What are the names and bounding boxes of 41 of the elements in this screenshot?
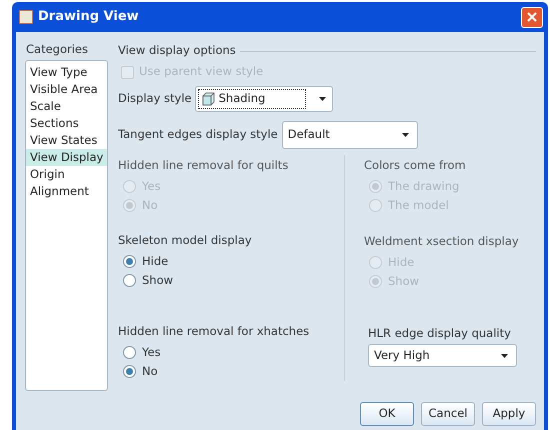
radio-button[interactable] [123,346,136,359]
radio-label: Hide [142,252,168,270]
radio-label: No [142,362,158,380]
category-item[interactable]: Visible Area [26,81,107,98]
hlr-quality-label: HLR edge display quality [367,325,512,342]
category-item[interactable]: View States [26,132,107,149]
radio-label: Yes [142,344,161,361]
radio-button[interactable] [123,365,136,378]
tangent-edges-label: Tangent edges display style [118,126,278,144]
dialog-button[interactable]: OK [360,402,414,426]
category-item[interactable]: View Type [26,64,107,81]
caret-icon [402,133,409,137]
group-title: Colors come from [364,157,467,174]
radio-button[interactable] [123,274,136,287]
display-style-label: Display style [118,90,192,108]
radio-button[interactable] [123,255,136,268]
category-item[interactable]: Scale [26,98,107,115]
group-title: Skeleton model display [118,232,253,249]
category-item[interactable]: Origin [26,166,107,183]
cube-icon [202,92,215,106]
window-title: Drawing View [38,8,139,26]
caret-icon [318,97,326,101]
dialog-button[interactable]: Cancel [421,402,475,426]
close-icon [527,12,537,22]
caret-icon [501,354,508,358]
category-item[interactable]: View Display [26,149,107,166]
group-title: Hidden line removal for quilts [118,157,290,174]
tangent-edges-dropdown[interactable]: Default [282,121,418,149]
dropdown-value: Shading [218,90,266,108]
group-title: Weldment xsection display [364,233,520,250]
window-icon [19,10,33,24]
dialog-button[interactable]: Apply [482,402,536,426]
categories-label: Categories [25,41,89,58]
category-item[interactable]: Alignment [26,183,107,200]
display-style-dropdown[interactable]: Shading [194,86,333,112]
hlr-quality-dropdown[interactable]: Very High [368,344,517,367]
group-title: Hidden line removal for xhatches [118,323,310,340]
radio-label: Show [142,272,174,289]
close-button[interactable] [521,6,543,28]
category-item[interactable]: Sections [26,115,107,132]
section-title: View display options [118,42,236,60]
